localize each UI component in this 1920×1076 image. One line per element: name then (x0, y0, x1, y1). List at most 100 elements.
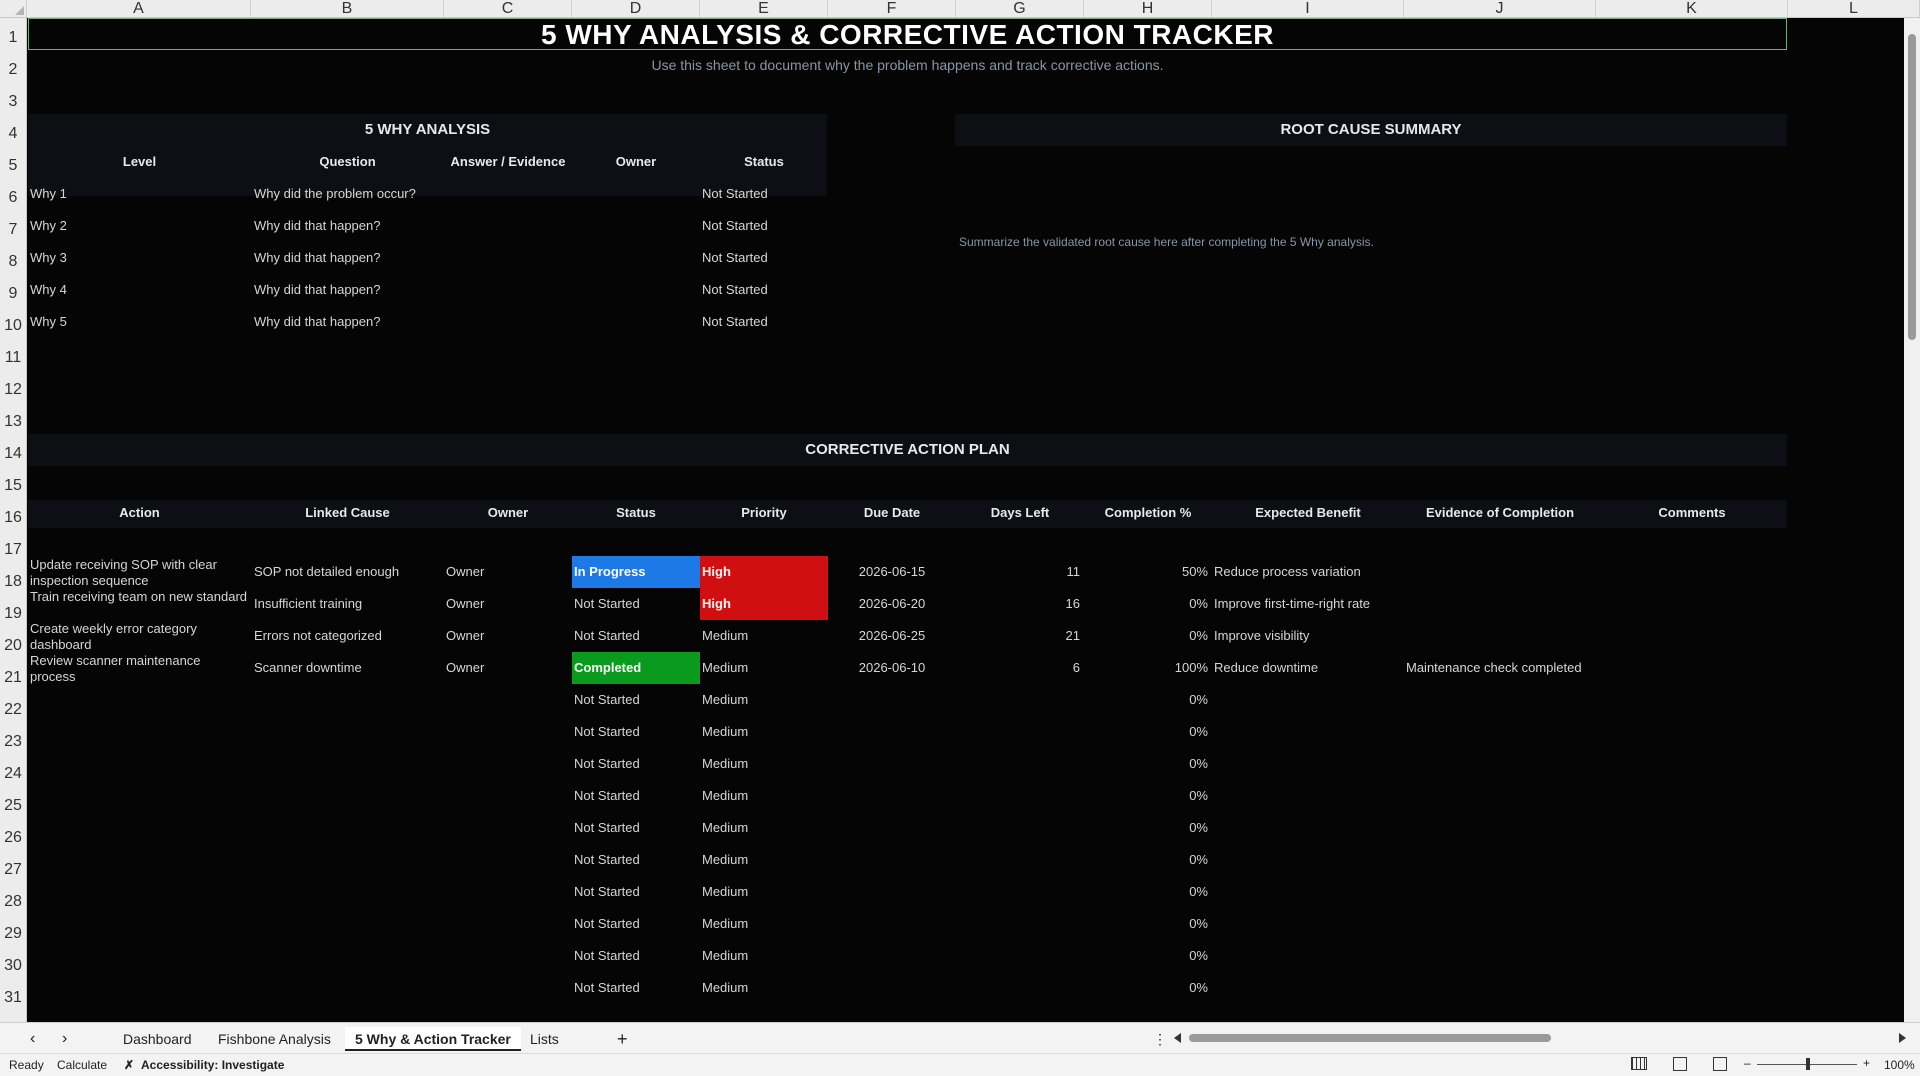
expected-benefit[interactable]: Reduce downtime (1214, 660, 1318, 675)
column-header-j[interactable]: J (1404, 0, 1596, 17)
normal-view-icon[interactable] (1631, 1057, 1647, 1070)
completion-pct[interactable]: 0% (1084, 852, 1208, 867)
why-status[interactable]: Not Started (702, 186, 768, 201)
why-question[interactable]: Why did that happen? (254, 282, 380, 297)
row-header-5[interactable]: 5 (0, 150, 26, 182)
action-text[interactable]: Create weekly error category dashboard (30, 621, 248, 653)
action-priority[interactable]: Medium (700, 876, 828, 908)
tab-lists[interactable]: Lists (520, 1027, 569, 1051)
why-level[interactable]: Why 3 (30, 250, 67, 265)
column-header-k[interactable]: K (1596, 0, 1788, 17)
scroll-left-icon[interactable] (1174, 1033, 1181, 1043)
row-header-10[interactable]: 10 (0, 310, 26, 342)
action-status[interactable]: Not Started (572, 940, 700, 972)
action-priority[interactable]: Medium (700, 748, 828, 780)
horizontal-scroll-thumb[interactable] (1189, 1034, 1551, 1042)
due-date[interactable]: 2026-06-25 (828, 628, 956, 643)
row-header-29[interactable]: 29 (0, 918, 26, 950)
row-header-28[interactable]: 28 (0, 886, 26, 918)
days-left[interactable]: 11 (956, 564, 1081, 579)
action-status[interactable]: Not Started (572, 716, 700, 748)
action-status[interactable]: Not Started (572, 908, 700, 940)
action-text[interactable]: Train receiving team on new standard (30, 589, 248, 605)
action-status[interactable]: Not Started (572, 844, 700, 876)
linked-cause[interactable]: Insufficient training (254, 596, 362, 611)
chevron-left-icon[interactable]: ‹ (20, 1027, 45, 1051)
row-header-17[interactable]: 17 (0, 534, 26, 566)
row-header-14[interactable]: 14 (0, 438, 26, 470)
days-left[interactable]: 16 (956, 596, 1080, 611)
accessibility-status[interactable]: Accessibility: Investigate (141, 1058, 284, 1072)
page-break-preview-icon[interactable] (1713, 1057, 1727, 1071)
row-header-31[interactable]: 31 (0, 982, 26, 1014)
row-header-18[interactable]: 18 (0, 566, 26, 598)
days-left[interactable]: 21 (956, 628, 1080, 643)
why-level[interactable]: Why 5 (30, 314, 67, 329)
zoom-out-button[interactable]: – (1744, 1056, 1751, 1070)
row-header-11[interactable]: 11 (0, 342, 26, 374)
linked-cause[interactable]: Errors not categorized (254, 628, 382, 643)
worksheet-grid[interactable]: 5 WHY ANALYSIS & CORRECTIVE ACTION TRACK… (28, 18, 1904, 1022)
row-header-16[interactable]: 16 (0, 502, 26, 534)
completion-pct[interactable]: 0% (1084, 596, 1208, 611)
vertical-scrollbar[interactable] (1904, 18, 1920, 1022)
completion-pct[interactable]: 100% (1084, 660, 1208, 675)
linked-cause[interactable]: Scanner downtime (254, 660, 362, 675)
column-header-f[interactable]: F (828, 0, 956, 17)
column-header-c[interactable]: C (444, 0, 572, 17)
expected-benefit[interactable]: Improve first-time-right rate (1214, 596, 1370, 611)
tab-5-why-action-tracker[interactable]: 5 Why & Action Tracker (345, 1027, 521, 1051)
action-priority[interactable]: Medium (700, 908, 828, 940)
row-header-1[interactable]: 1 (0, 22, 26, 54)
completion-pct[interactable]: 0% (1084, 980, 1208, 995)
select-all-button[interactable] (0, 0, 27, 17)
why-level[interactable]: Why 2 (30, 218, 67, 233)
row-header-19[interactable]: 19 (0, 598, 26, 630)
root-cause-summary-text[interactable]: Summarize the validated root cause here … (959, 235, 1374, 249)
action-status[interactable]: Not Started (572, 588, 700, 620)
action-priority[interactable]: Medium (700, 812, 828, 844)
zoom-slider-thumb[interactable] (1806, 1058, 1810, 1070)
evidence-of-completion[interactable]: Maintenance check completed (1406, 660, 1582, 675)
completion-pct[interactable]: 0% (1084, 820, 1208, 835)
action-status[interactable]: Not Started (572, 780, 700, 812)
tab-fishbone-analysis[interactable]: Fishbone Analysis (208, 1027, 341, 1051)
action-status[interactable]: Not Started (572, 876, 700, 908)
action-owner[interactable]: Owner (446, 596, 484, 611)
column-header-b[interactable]: B (251, 0, 444, 17)
zoom-in-button[interactable]: + (1863, 1056, 1870, 1070)
status-calculate[interactable]: Calculate (57, 1058, 107, 1072)
expected-benefit[interactable]: Reduce process variation (1214, 564, 1361, 579)
accessibility-icon[interactable]: ✗ (124, 1058, 134, 1072)
horizontal-scrollbar[interactable] (1172, 1031, 1908, 1045)
linked-cause[interactable]: SOP not detailed enough (254, 564, 399, 579)
row-header-13[interactable]: 13 (0, 406, 26, 438)
action-priority[interactable]: Medium (700, 620, 828, 652)
action-status[interactable]: In Progress (572, 556, 700, 588)
action-priority[interactable]: Medium (700, 780, 828, 812)
column-header-d[interactable]: D (572, 0, 700, 17)
column-header-g[interactable]: G (956, 0, 1084, 17)
due-date[interactable]: 2026-06-15 (828, 564, 956, 579)
action-status[interactable]: Completed (572, 652, 700, 684)
row-header-24[interactable]: 24 (0, 758, 26, 790)
completion-pct[interactable]: 0% (1084, 916, 1208, 931)
row-header-23[interactable]: 23 (0, 726, 26, 758)
completion-pct[interactable]: 0% (1084, 692, 1208, 707)
tab-dashboard[interactable]: Dashboard (113, 1027, 202, 1051)
expected-benefit[interactable]: Improve visibility (1214, 628, 1309, 643)
column-header-l[interactable]: L (1788, 0, 1920, 17)
row-header-21[interactable]: 21 (0, 662, 26, 694)
page-layout-view-icon[interactable] (1673, 1057, 1687, 1071)
why-status[interactable]: Not Started (702, 218, 768, 233)
vertical-scroll-thumb[interactable] (1908, 34, 1916, 340)
action-priority[interactable]: Medium (700, 844, 828, 876)
why-question[interactable]: Why did that happen? (254, 218, 380, 233)
row-header-26[interactable]: 26 (0, 822, 26, 854)
row-header-4[interactable]: 4 (0, 118, 26, 150)
column-header-e[interactable]: E (700, 0, 828, 17)
completion-pct[interactable]: 0% (1084, 756, 1208, 771)
due-date[interactable]: 2026-06-10 (828, 660, 956, 675)
row-header-6[interactable]: 6 (0, 182, 26, 214)
why-question[interactable]: Why did that happen? (254, 314, 380, 329)
